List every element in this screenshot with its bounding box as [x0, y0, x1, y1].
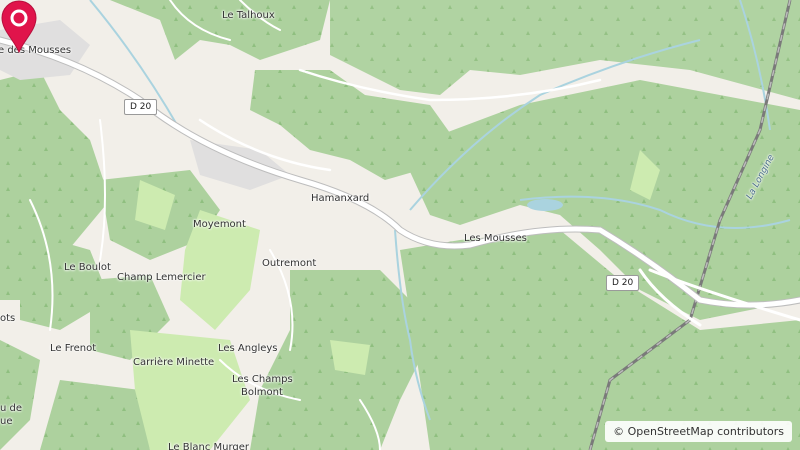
place-label-les-champs: Les Champs: [232, 374, 293, 385]
road-shield-d20-west: D 20: [124, 99, 158, 115]
map-canvas[interactable]: Le Talhoux e des Mousses Hamanxard Moyem…: [0, 0, 800, 450]
place-label-champ-lemercier: Champ Lemercier: [117, 272, 206, 283]
road-shield-d20-east: D 20: [606, 275, 640, 291]
place-label-le-frenot: Le Frenot: [50, 343, 97, 354]
place-label-outremont: Outremont: [262, 258, 317, 269]
pond: [527, 199, 563, 211]
place-label-ue: ue: [0, 416, 13, 427]
place-label-u-de: u de: [0, 403, 23, 414]
place-label-le-talhoux: Le Talhoux: [222, 10, 275, 21]
map-tiles: [0, 0, 800, 450]
place-label-hamanxard: Hamanxard: [311, 193, 370, 204]
map-attribution[interactable]: © OpenStreetMap contributors: [605, 421, 792, 442]
place-label-les-mousses: Les Mousses: [464, 233, 527, 244]
place-label-carriere-minette: Carrière Minette: [133, 357, 215, 368]
place-label-moyemont: Moyemont: [193, 219, 246, 230]
place-label-les-angleys: Les Angleys: [218, 343, 278, 354]
place-label-bolmont: Bolmont: [241, 387, 283, 398]
place-label-le-blanc-murger: Le Blanc Murger: [168, 442, 250, 450]
location-pin-icon[interactable]: [0, 0, 38, 54]
place-label-le-boulot: Le Boulot: [64, 262, 111, 273]
place-label-ots: ots: [0, 313, 16, 324]
